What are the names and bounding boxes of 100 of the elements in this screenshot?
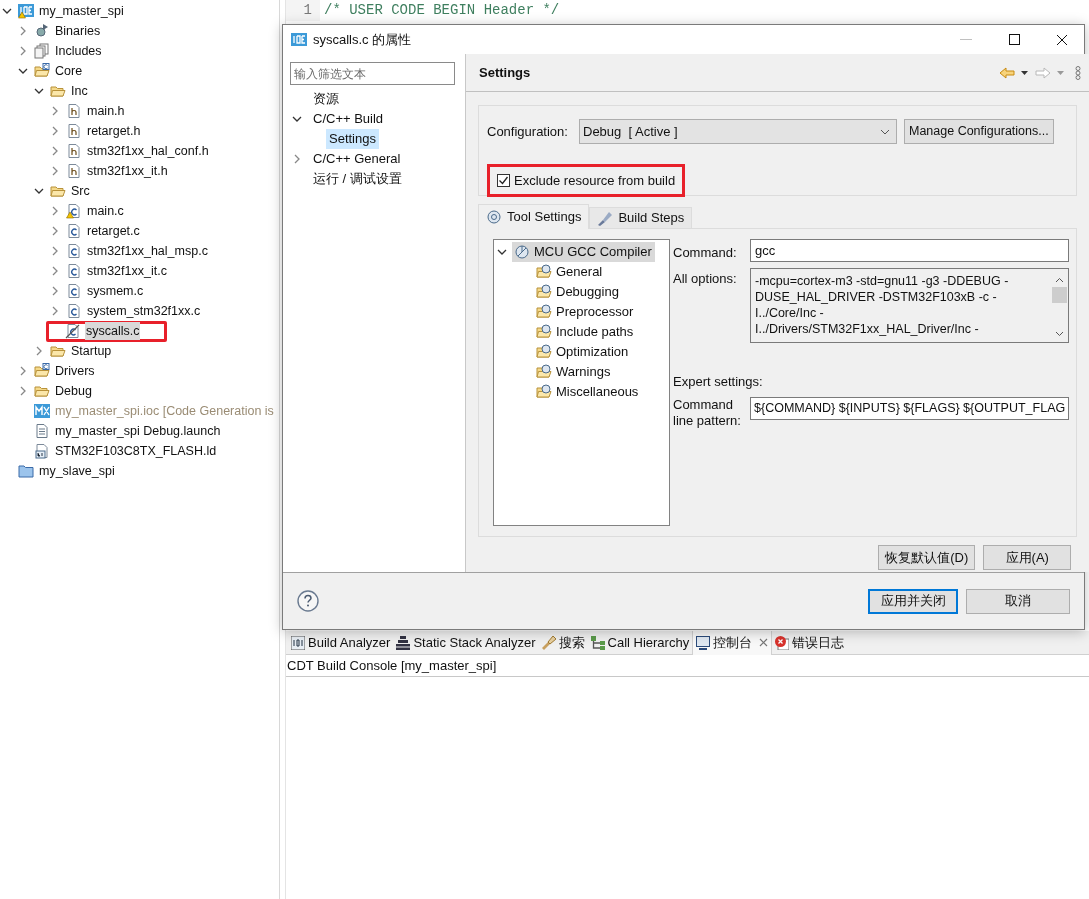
nav-item[interactable]: C/C++ Build [310,109,387,129]
panel-tab[interactable]: Call Hierarchy [587,630,693,655]
nav-item[interactable]: 资源 [310,89,342,109]
linker-file-icon [34,443,50,459]
collapse-chevron-icon[interactable] [497,247,507,257]
header-file-icon [66,143,82,159]
panel-tab[interactable]: 错误日志 [772,630,848,655]
expand-chevron-icon[interactable] [50,266,60,276]
button[interactable]: 恢复默认值(D) [878,545,976,570]
source-folder-icon [34,363,50,379]
tool-tree-item[interactable]: Miscellaneous [534,382,642,402]
tree-item[interactable]: Startup [70,341,113,361]
expand-chevron-icon[interactable] [50,206,60,216]
tool-tree-item[interactable]: MCU GCC Compiler [512,242,655,262]
tree-item[interactable]: my_slave_spi [38,461,116,481]
manage-configurations-button[interactable]: Manage Configurations... [904,119,1054,144]
expand-chevron-icon[interactable] [50,226,60,236]
brush-icon [597,210,614,226]
tree-item[interactable]: sysmem.c [86,281,145,301]
command-line-pattern-field[interactable]: ${COMMAND} ${INPUTS} ${FLAGS} ${OUTPUT_FLAG [750,397,1070,420]
tree-item[interactable]: Inc [70,81,89,101]
expand-chevron-icon[interactable] [50,106,60,116]
header-file-icon [66,103,82,119]
tab[interactable]: Build Steps [589,207,693,228]
button[interactable]: 取消 [966,588,1070,614]
tool-tree-item[interactable]: Debugging [534,282,622,302]
nav-item[interactable]: Settings [326,129,379,149]
tree-item[interactable]: stm32f1xx_it.c [86,261,168,281]
expand-chevron-icon[interactable] [18,386,28,396]
c-file-icon [66,303,82,319]
tool-tree-item[interactable]: Optimization [534,342,632,362]
expand-chevron-icon[interactable] [50,286,60,296]
expand-chevron-icon[interactable] [50,146,60,156]
panel-tab[interactable]: Build Analyzer [288,630,394,655]
cube-file-icon [34,403,50,419]
tree-item[interactable]: Includes [54,41,103,61]
expand-chevron-icon[interactable] [50,246,60,256]
c-file-icon [66,283,82,299]
hierarchy-icon [590,635,605,650]
expand-chevron-icon[interactable] [50,306,60,316]
configuration-dropdown[interactable]: Debug [ Active ] [579,119,897,144]
nav-item[interactable]: 运行 / 调试设置 [310,169,405,189]
folder-gear-icon [536,284,552,300]
panel-tab[interactable]: 搜索 [538,630,588,655]
tree-item[interactable]: Debug [54,381,93,401]
tree-item[interactable]: retarget.c [86,221,141,241]
tree-item[interactable]: Drivers [54,361,96,381]
tool-tree-item[interactable]: Warnings [534,362,614,382]
expand-chevron-icon[interactable] [34,346,44,356]
source-folder-icon [34,63,50,79]
tool-tree-item[interactable]: General [534,262,606,282]
more-menu-icon[interactable] [1075,65,1082,80]
filter-field[interactable]: 输入筛选文本 [290,62,455,85]
tree-item[interactable]: Src [70,181,91,201]
tree-item[interactable]: stm32f1xx_hal_conf.h [86,141,210,161]
document-icon [34,423,50,439]
line-number: 1 [286,0,320,21]
expand-chevron-icon[interactable] [50,126,60,136]
tree-item[interactable]: system_stm32f1xx.c [86,301,202,321]
nav-item[interactable]: C/C++ General [310,149,404,169]
help-icon[interactable] [297,590,319,612]
collapse-chevron-icon[interactable] [34,186,44,196]
tree-item[interactable]: stm32f1xx_hal_msp.c [86,241,209,261]
expand-chevron-icon[interactable] [292,154,302,164]
panel-tab[interactable]: 控制台 [692,630,773,655]
tool-tree-item[interactable]: Include paths [534,322,637,342]
expand-chevron-icon[interactable] [50,166,60,176]
dropdown-caret-icon[interactable] [1021,70,1029,75]
tree-item[interactable]: STM32F103C8TX_FLASH.ld [54,441,218,461]
tree-item[interactable]: retarget.h [86,121,142,141]
maximize-icon[interactable] [1009,34,1020,45]
tree-item[interactable]: Binaries [54,21,102,41]
collapse-chevron-icon[interactable] [18,66,28,76]
back-arrow-icon[interactable] [999,66,1016,79]
c-file-icon [66,263,82,279]
header-library-icon [34,43,50,59]
collapse-chevron-icon[interactable] [2,6,12,16]
tree-item[interactable]: syscalls.c [85,321,141,341]
folder-gear-icon [536,324,552,340]
expand-chevron-icon[interactable] [18,26,28,36]
tool-tree-item[interactable]: Preprocessor [534,302,637,322]
all-options-field[interactable]: -mcpu=cortex-m3 -std=gnu11 -g3 -DDEBUG - DUSE_HAL_DRIVER -DSTM32F103xB -c - I../Core/Inc - I../Drivers/STM32F1xx_HAL_Driver/Inc - [750,267,1070,343]
button[interactable]: 应用(A) [983,545,1072,570]
tree-item[interactable]: main.h [86,101,126,121]
tree-item[interactable]: my_master_spi Debug.launch [54,421,222,441]
expand-chevron-icon[interactable] [18,46,28,56]
command-field[interactable]: gcc [750,239,1070,262]
tree-item[interactable]: main.c [86,201,125,221]
close-icon[interactable] [1056,33,1068,46]
collapse-chevron-icon[interactable] [292,114,302,124]
button[interactable]: 应用并关闭 [868,588,958,614]
checkbox[interactable] [497,174,510,187]
configuration-label: Configuration: [487,122,569,141]
panel-tab[interactable]: Static Stack Analyzer [393,630,539,655]
expand-chevron-icon[interactable] [18,366,28,376]
tree-item[interactable]: stm32f1xx_it.h [86,161,169,181]
collapse-chevron-icon[interactable] [34,86,44,96]
tab[interactable]: Tool Settings [478,204,590,229]
tree-item[interactable]: Core [54,61,84,81]
tree-item[interactable]: my_master_spi [38,1,125,21]
